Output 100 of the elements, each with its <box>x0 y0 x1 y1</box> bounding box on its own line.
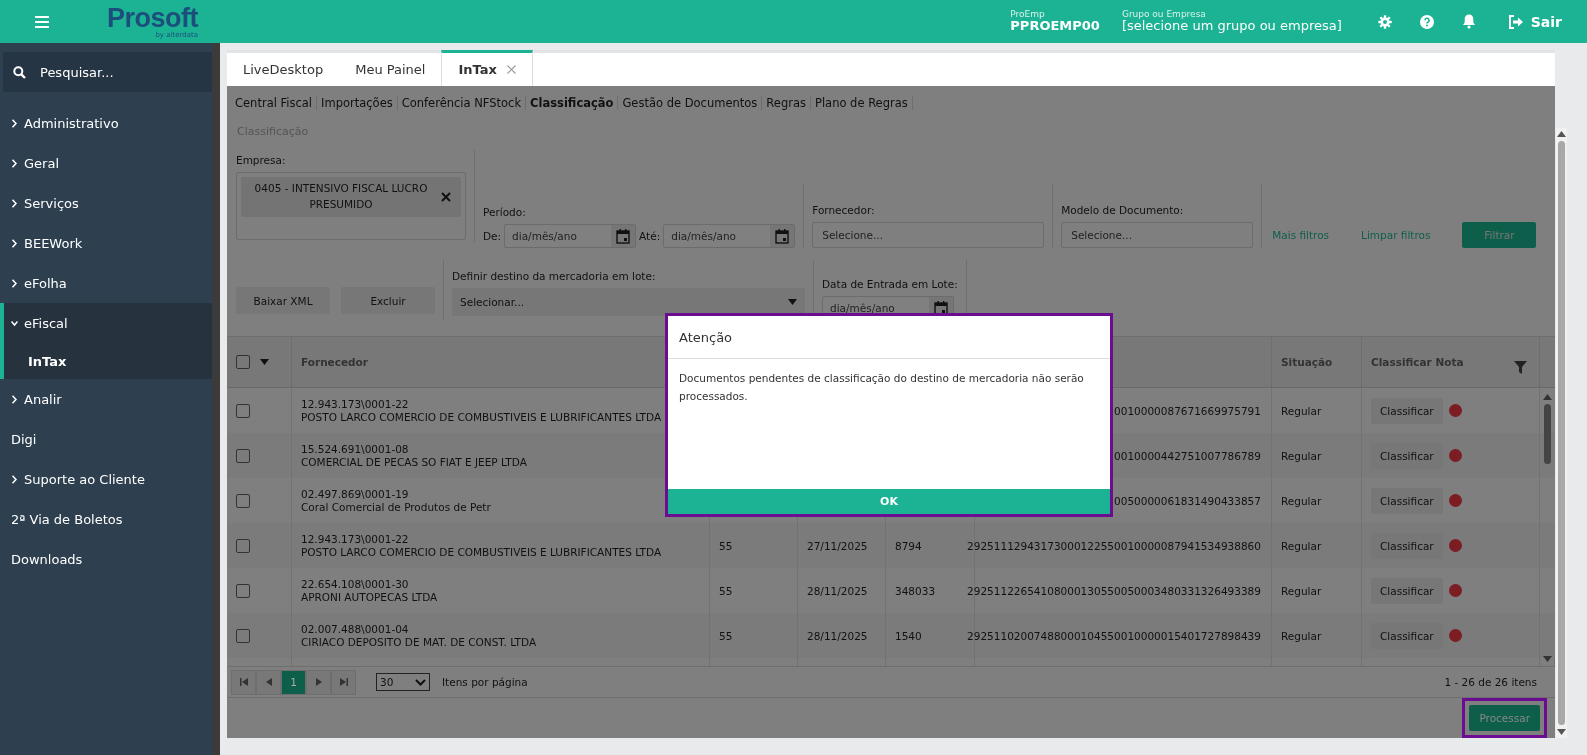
sidebar-item[interactable]: 2ª Via de Boletos <box>3 499 212 539</box>
field-label: Modelo de Documento: <box>1061 204 1185 217</box>
classify-button[interactable]: Classificar <box>1371 442 1443 469</box>
sidebar-item[interactable]: Serviços <box>3 183 212 223</box>
scroll-down-icon[interactable] <box>1557 729 1566 735</box>
next-icon <box>315 678 322 687</box>
subnav-link[interactable]: Importações <box>317 95 398 110</box>
sidebar-item[interactable]: Downloads <box>3 539 212 579</box>
row-checkbox[interactable] <box>236 403 250 418</box>
dialog-title: Atenção <box>668 316 1110 359</box>
sidebar-item[interactable]: BEEWork <box>3 223 212 263</box>
table-cell: Regular <box>1281 494 1322 507</box>
table-cell: 27/11/2025 <box>807 539 868 552</box>
close-icon[interactable] <box>506 65 516 74</box>
row-checkbox[interactable] <box>236 493 250 508</box>
last-page-button[interactable] <box>331 669 356 695</box>
select-all-checkbox[interactable] <box>236 355 250 370</box>
subnav-link[interactable]: Conferência NFStock <box>397 95 527 110</box>
dialog-message: Documentos pendentes de classificação do destino de mercadoria não serão processados. <box>678 371 1085 404</box>
page-size-select[interactable]: 30 <box>376 673 430 692</box>
classify-button[interactable]: Classificar <box>1371 487 1443 514</box>
table-cell: POSTO LARCO COMERCIO DE COMBUSTIVEIS E LUBRIFICANTES LTDA <box>301 546 662 559</box>
search-icon <box>13 65 26 79</box>
scrollbar[interactable] <box>1542 394 1553 663</box>
calendar-icon[interactable] <box>775 228 790 244</box>
download-xml-button[interactable]: Baixar XML <box>236 287 330 315</box>
scroll-thumb[interactable] <box>1558 141 1565 725</box>
field-label: Empresa: <box>236 154 287 166</box>
table-cell: 0010000087671669975791 <box>1114 404 1261 417</box>
sidebar-item[interactable]: Analir <box>3 379 212 419</box>
subnav-link[interactable]: Regras <box>762 95 811 110</box>
row-checkbox[interactable] <box>236 538 250 553</box>
row-checkbox[interactable] <box>236 448 250 463</box>
sidebar-item[interactable]: eFiscal <box>4 303 212 343</box>
chevron-icon <box>11 278 18 288</box>
dropdown-arrow-icon[interactable] <box>260 359 269 366</box>
row-checkbox[interactable] <box>236 628 250 643</box>
scroll-down-icon[interactable] <box>1543 656 1552 663</box>
sidebar-item[interactable]: Suporte ao Cliente <box>3 459 212 499</box>
group-selector[interactable]: [selecione um grupo ou empresa] <box>1121 19 1342 34</box>
subnav-link[interactable]: Plano de Regras <box>810 95 913 110</box>
sidebar-item[interactable]: Digi <box>3 419 212 459</box>
date-field[interactable]: dia/mês/ano <box>663 224 796 249</box>
column-header: Classificar Nota <box>1371 356 1464 369</box>
sidebar-item[interactable]: Administrativo <box>3 103 212 143</box>
table-cell: Coral Comercial de Produtos de Petr <box>301 501 491 514</box>
classify-button[interactable]: Classificar <box>1371 577 1443 604</box>
document-model-select[interactable]: Selecione... <box>1061 222 1254 249</box>
table-cell: 28/11/2025 <box>807 629 868 642</box>
table-cell: 348033 <box>895 584 936 597</box>
menu-icon[interactable] <box>35 15 49 28</box>
tab[interactable]: Meu Painel <box>339 50 442 86</box>
tab[interactable]: LiveDesktop <box>227 50 340 86</box>
sidebar-item[interactable]: Geral <box>3 143 212 183</box>
scroll-up-icon[interactable] <box>1543 394 1552 401</box>
table-cell: COMERCIAL DE PECAS SO FIAT E JEEP LTDA <box>301 456 527 469</box>
chevron-icon <box>11 118 18 128</box>
table-cell: Regular <box>1281 449 1322 462</box>
delete-button[interactable]: Excluir <box>341 287 435 315</box>
row-checkbox[interactable] <box>236 583 250 598</box>
subnav-link[interactable]: Gestão de Documentos <box>618 95 763 110</box>
last-page-icon <box>339 678 348 687</box>
field-label: Até: <box>639 230 661 243</box>
subnav-link[interactable]: Central Fiscal <box>231 95 318 110</box>
scroll-up-icon[interactable] <box>1557 131 1566 137</box>
logo: Prosoft <box>107 4 198 32</box>
supplier-select[interactable]: Selecione... <box>812 222 1045 249</box>
page-button[interactable]: 1 <box>281 669 306 695</box>
scrollbar[interactable] <box>1556 128 1567 738</box>
filter-icon[interactable] <box>1514 360 1527 374</box>
sidebar-subitem[interactable]: InTax <box>4 343 212 379</box>
pagination-summary: 1 - 26 de 26 itens <box>1444 676 1537 689</box>
classify-button[interactable]: Classificar <box>1371 622 1443 649</box>
notification-bell-icon[interactable] <box>1461 14 1476 29</box>
previous-page-button[interactable] <box>256 669 281 695</box>
next-page-button[interactable] <box>306 669 331 695</box>
close-icon[interactable] <box>441 191 451 202</box>
ok-button[interactable]: OK <box>668 489 1110 514</box>
table-cell: 02.497.869\0001-19 <box>301 488 409 501</box>
group-label: Grupo ou Empresa <box>1121 9 1207 20</box>
date-field[interactable]: dia/mês/ano <box>504 224 637 249</box>
subnav-link[interactable]: Classificação <box>526 95 619 110</box>
classify-button[interactable]: Classificar <box>1371 532 1443 559</box>
calendar-icon[interactable] <box>934 300 948 316</box>
logout-button[interactable]: Sair <box>1507 13 1562 30</box>
destination-select[interactable]: Selecionar... <box>452 288 805 317</box>
help-icon[interactable] <box>1419 14 1434 29</box>
table-cell: Regular <box>1281 404 1322 417</box>
sidebar-item[interactable]: eFolha <box>3 263 212 303</box>
table-cell: 29251122654108000130550050003480331326493389 <box>967 584 1261 597</box>
first-page-button[interactable] <box>231 669 256 695</box>
classify-button[interactable]: Classificar <box>1371 397 1443 424</box>
calendar-icon[interactable] <box>616 228 631 244</box>
table-cell: 8794 <box>895 539 922 552</box>
company-field[interactable]: 0405 - INTENSIVO FISCAL LUCRO PRESUMIDO <box>236 172 466 240</box>
scroll-thumb[interactable] <box>1544 404 1551 465</box>
proemp-label: ProEmp <box>1010 9 1046 20</box>
settings-icon[interactable] <box>1377 14 1392 29</box>
search-field[interactable]: Pesquisar... <box>3 52 212 92</box>
table-cell: 28/11/2025 <box>807 584 868 597</box>
